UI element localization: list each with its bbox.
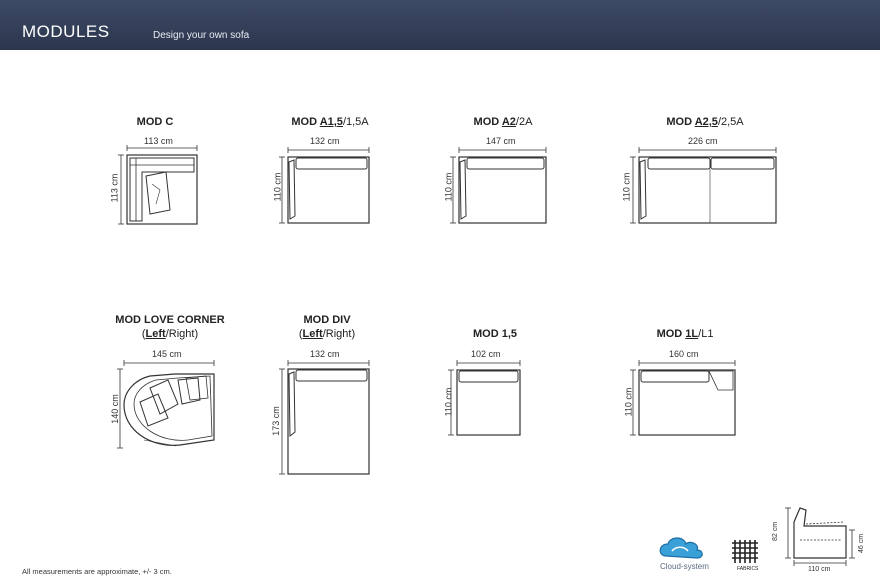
side-profile-drawing [785,507,855,566]
seat-height-label: 46 cm [858,533,866,554]
side-height-label: 82 cm [772,521,780,542]
side-depth-label: 110 cm [808,566,831,573]
